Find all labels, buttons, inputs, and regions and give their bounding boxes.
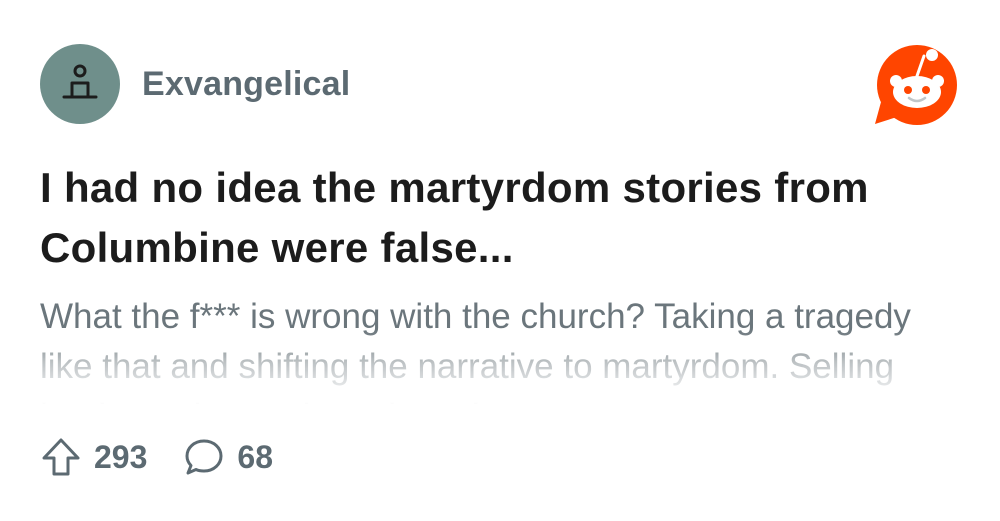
candle-icon xyxy=(62,64,98,99)
arrow-up-icon xyxy=(42,438,80,476)
subreddit-name[interactable]: Exvangelical xyxy=(142,65,350,104)
subreddit-avatar[interactable] xyxy=(40,44,120,124)
post-body-preview: What the f*** is wrong with the church? … xyxy=(40,297,911,404)
comments-button[interactable]: 68 xyxy=(183,436,273,478)
post-title[interactable]: I had no idea the martyrdom stories from… xyxy=(40,158,940,278)
reddit-snoo-icon[interactable] xyxy=(872,40,962,126)
post-card[interactable]: Exvangelical I had no idea the martyrdom… xyxy=(0,0,1000,521)
upvote-button[interactable]: 293 xyxy=(40,436,147,478)
upvote-count: 293 xyxy=(94,438,148,475)
comment-count: 68 xyxy=(237,438,273,475)
post-actions: 293 68 xyxy=(40,432,273,482)
speech-bubble-icon xyxy=(185,439,223,475)
post-header: Exvangelical xyxy=(40,44,350,124)
